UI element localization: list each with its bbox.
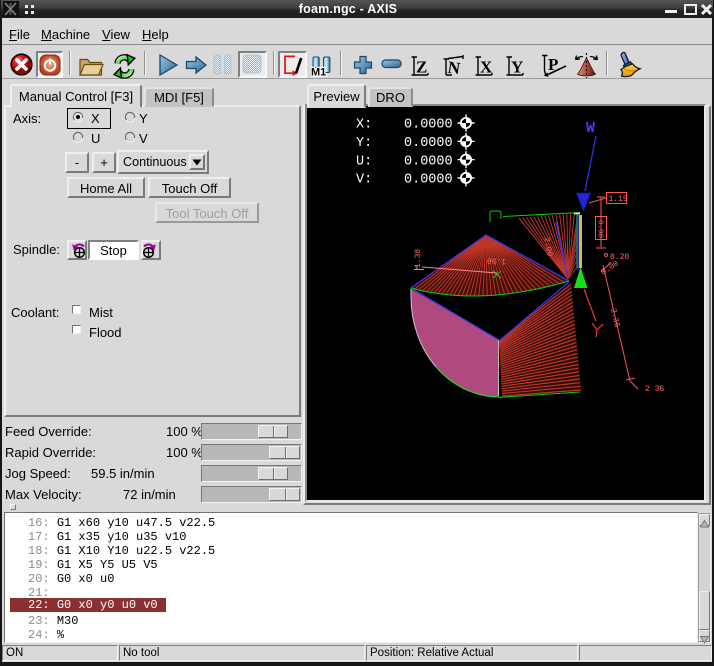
svg-text:0.98: 0.98 [596,220,604,238]
svg-text:V:: V: [356,173,372,188]
svg-text:N: N [447,58,463,78]
svg-text:W: W [586,120,595,137]
svg-text:0.0000: 0.0000 [404,154,453,169]
svg-text:0.0000: 0.0000 [404,173,453,188]
svg-text:Y: Y [511,58,523,77]
svg-text:1.38: 1.38 [414,249,423,268]
svg-text:1.50: 1.50 [486,255,506,265]
svg-text:1.19: 1.19 [609,195,628,204]
svg-text:0.0000: 0.0000 [404,136,453,151]
svg-text:M1: M1 [311,67,326,79]
svg-text:X:: X: [356,118,372,133]
svg-text:P: P [548,55,558,74]
svg-text:2.00: 2.00 [542,237,554,258]
svg-text:0.0000: 0.0000 [404,118,453,133]
svg-text:Z: Z [416,58,427,77]
svg-text:2.36: 2.36 [608,308,621,329]
svg-text:U:: U: [356,154,372,169]
svg-text:X: X [480,58,493,77]
svg-text:2 36: 2 36 [645,385,664,394]
svg-text:Y:: Y: [356,136,372,151]
